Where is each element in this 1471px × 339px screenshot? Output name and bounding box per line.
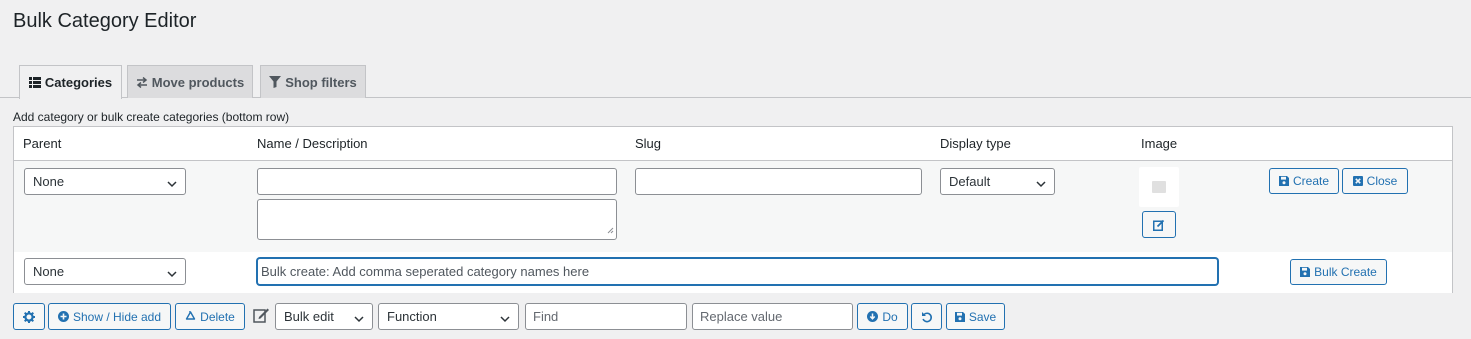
header-display-type: Display type — [940, 136, 1011, 151]
edit-image-button[interactable] — [1142, 211, 1176, 238]
header-image: Image — [1141, 136, 1178, 151]
bulk-edit-select[interactable]: Bulk edit — [275, 303, 373, 330]
tab-label: Move products — [151, 74, 245, 90]
tab-label: Shop filters — [285, 74, 357, 90]
tab-label: Categories — [44, 75, 113, 90]
list-icon — [28, 77, 41, 88]
page-title: Bulk Category Editor — [13, 10, 197, 32]
function-select-value: Function — [387, 309, 437, 324]
tab-bar: Categories Move products Shop filters — [0, 65, 1471, 99]
show-hide-add-button[interactable]: Show / Hide add — [48, 303, 171, 330]
do-button[interactable]: Do — [857, 303, 908, 330]
bulk-edit-select-value: Bulk edit — [284, 309, 334, 324]
create-button-label: Create — [1292, 174, 1330, 188]
recycle-icon — [185, 311, 196, 322]
parent-select[interactable]: None — [24, 168, 186, 195]
close-button[interactable]: Close — [1342, 168, 1408, 194]
bulk-create-input[interactable]: Bulk create: Add comma seperated categor… — [257, 258, 1218, 285]
close-icon — [1352, 176, 1363, 186]
arrow-circle-down-icon — [867, 311, 879, 322]
create-button[interactable]: Create — [1269, 168, 1339, 194]
image-placeholder-icon — [1152, 181, 1166, 193]
chevron-down-icon — [354, 312, 364, 327]
display-type-select[interactable]: Default — [940, 168, 1055, 195]
swap-arrows-icon — [136, 76, 148, 88]
close-button-label: Close — [1366, 174, 1398, 188]
delete-button[interactable]: Delete — [175, 303, 245, 330]
category-name-input[interactable] — [257, 168, 617, 195]
add-category-row: None Default Create Close — [14, 161, 1452, 252]
bulk-create-button[interactable]: Bulk Create — [1290, 259, 1387, 285]
replace-value-input[interactable]: Replace value — [692, 303, 853, 330]
gear-icon — [23, 310, 35, 323]
bulk-parent-select[interactable]: None — [24, 258, 186, 285]
save-icon — [1278, 176, 1289, 186]
chevron-down-icon — [167, 267, 177, 282]
function-select[interactable]: Function — [378, 303, 519, 330]
tab-categories[interactable]: Categories — [19, 65, 122, 99]
save-label: Save — [968, 309, 997, 324]
undo-icon — [921, 311, 933, 323]
chevron-down-icon — [500, 312, 510, 327]
bulk-edit-icon — [253, 307, 270, 327]
header-parent: Parent — [23, 136, 62, 151]
category-add-table: Parent Name / Description Slug Display t… — [13, 126, 1453, 293]
resize-grip-icon[interactable] — [607, 222, 614, 237]
header-slug: Slug — [635, 136, 662, 151]
save-button[interactable]: Save — [946, 303, 1005, 330]
bulk-create-button-label: Bulk Create — [1314, 265, 1377, 279]
bulk-parent-select-value: None — [33, 264, 65, 279]
bulk-create-row: None Bulk create: Add comma seperated ca… — [14, 252, 1452, 293]
settings-button[interactable] — [13, 303, 45, 330]
chevron-down-icon — [167, 177, 177, 192]
find-input[interactable]: Find — [525, 303, 687, 330]
category-image-placeholder[interactable] — [1139, 167, 1179, 207]
header-name-description: Name / Description — [257, 136, 368, 151]
slug-input[interactable] — [635, 168, 922, 195]
display-type-select-value: Default — [949, 174, 991, 189]
undo-button[interactable] — [911, 303, 942, 330]
tab-shop-filters[interactable]: Shop filters — [260, 65, 366, 98]
chevron-down-icon — [1036, 177, 1046, 192]
edit-icon — [1153, 219, 1165, 231]
save-icon — [954, 311, 965, 322]
show-hide-add-label: Show / Hide add — [72, 309, 162, 324]
do-label: Do — [882, 309, 898, 324]
category-description-textarea[interactable] — [257, 199, 617, 240]
parent-select-value: None — [33, 174, 65, 189]
bulk-toolbar: Show / Hide add Delete Bulk edit Functio… — [0, 303, 1471, 330]
plus-circle-icon — [57, 311, 69, 322]
delete-label: Delete — [200, 309, 235, 324]
save-icon — [1300, 267, 1311, 277]
tab-move-products[interactable]: Move products — [127, 65, 253, 98]
filter-icon — [269, 76, 282, 88]
add-category-hint: Add category or bulk create categories (… — [13, 110, 290, 124]
